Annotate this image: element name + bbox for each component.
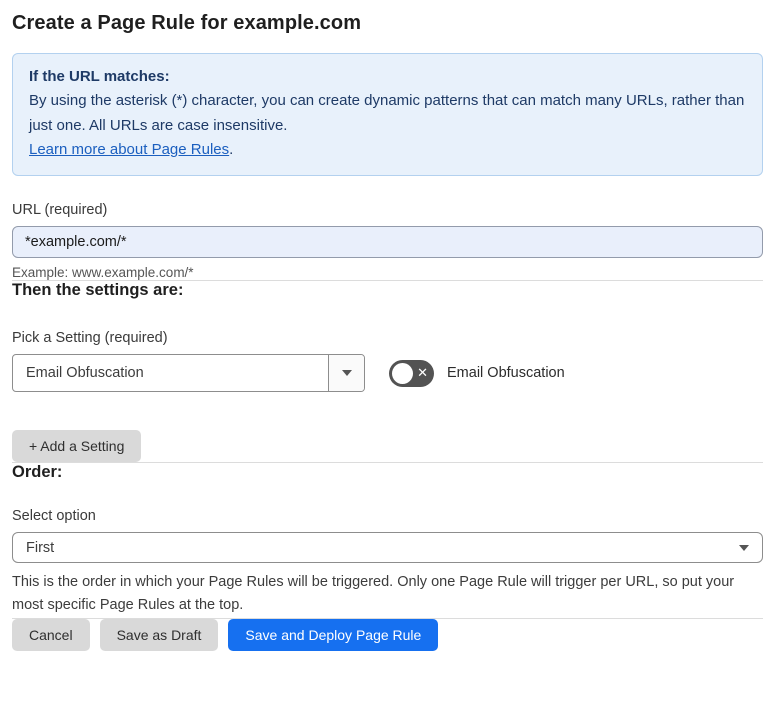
info-box-heading: If the URL matches: <box>29 68 170 85</box>
order-select-value: First <box>26 539 55 556</box>
info-box-body: By using the asterisk (*) character, you… <box>29 92 745 134</box>
toggle-knob <box>392 362 413 384</box>
chevron-down-icon <box>739 544 749 551</box>
pick-setting-label: Pick a Setting (required) <box>12 330 168 347</box>
page-title: Create a Page Rule for example.com <box>12 12 362 34</box>
email-obfuscation-toggle[interactable]: ✕ <box>389 359 434 387</box>
url-matches-info-box: If the URL matches: By using the asteris… <box>12 53 763 177</box>
learn-more-link[interactable]: Learn more about Page Rules <box>29 141 229 158</box>
chevron-down-icon <box>341 370 352 377</box>
setting-row: Email Obfuscation ✕ Email Obfuscation <box>12 354 763 393</box>
footer-actions: Cancel Save as Draft Save and Deploy Pag… <box>12 618 763 651</box>
toggle-label: Email Obfuscation <box>447 365 565 382</box>
save-draft-button[interactable]: Save as Draft <box>99 618 219 651</box>
order-section-heading: Order: <box>12 463 63 482</box>
pick-setting-dropdown[interactable]: Email Obfuscation <box>12 354 365 393</box>
add-setting-button[interactable]: + Add a Setting <box>12 430 142 463</box>
link-suffix: . <box>229 140 234 158</box>
save-deploy-button[interactable]: Save and Deploy Page Rule <box>228 618 439 651</box>
url-input[interactable] <box>12 226 763 259</box>
dropdown-arrow-segment[interactable] <box>328 355 364 392</box>
toggle-x-icon: ✕ <box>417 365 428 381</box>
order-select-label: Select option <box>12 508 96 525</box>
settings-section-heading: Then the settings are: <box>12 281 184 300</box>
cancel-button[interactable]: Cancel <box>12 618 90 651</box>
url-example-text: Example: www.example.com/* <box>12 265 194 281</box>
url-field-label: URL (required) <box>12 202 108 219</box>
pick-setting-dropdown-value: Email Obfuscation <box>26 365 144 382</box>
order-help-text: This is the order in which your Page Rul… <box>12 574 735 614</box>
email-obfuscation-toggle-wrap: ✕ Email Obfuscation <box>389 359 565 387</box>
order-select[interactable]: First <box>12 532 763 564</box>
